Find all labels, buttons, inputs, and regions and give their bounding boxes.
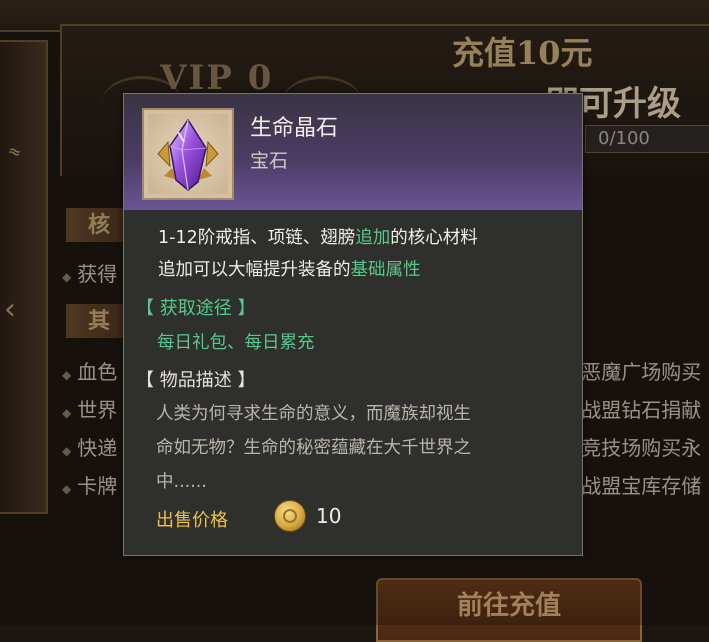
source-heading: 【 获取途径 】 bbox=[136, 298, 256, 319]
gold-coin-icon bbox=[274, 500, 306, 532]
item-type: 宝石 bbox=[250, 150, 289, 172]
purple-crystal-icon bbox=[157, 118, 219, 191]
item-description-line-1: 1-12阶戒指、项链、翅膀追加的核心材料 bbox=[158, 228, 478, 248]
sell-price-value: 10 bbox=[316, 504, 342, 528]
lore-line: 命如无物？生命的秘密蕴藏在大千世界之 bbox=[156, 438, 471, 458]
item-name: 生命晶石 bbox=[250, 116, 339, 141]
item-tooltip: 生命晶石 宝石 1-12阶戒指、项链、翅膀追加的核心材料 追加可以大幅提升装备的… bbox=[123, 93, 583, 556]
lore-line: 人类为何寻求生命的意义，而魔族却视生 bbox=[156, 404, 471, 424]
lore-line: 中...... bbox=[156, 472, 207, 492]
source-text: 每日礼包、每日累充 bbox=[157, 333, 315, 353]
highlight-text: 追加 bbox=[355, 228, 391, 248]
sell-price-label: 出售价格 bbox=[156, 510, 228, 531]
tooltip-header: 生命晶石 宝石 bbox=[124, 94, 582, 210]
item-description-line-2: 追加可以大幅提升装备的基础属性 bbox=[158, 260, 421, 280]
item-icon-frame bbox=[142, 108, 234, 200]
highlight-text: 基础属性 bbox=[350, 260, 421, 280]
lore-heading: 【 物品描述 】 bbox=[136, 370, 256, 391]
